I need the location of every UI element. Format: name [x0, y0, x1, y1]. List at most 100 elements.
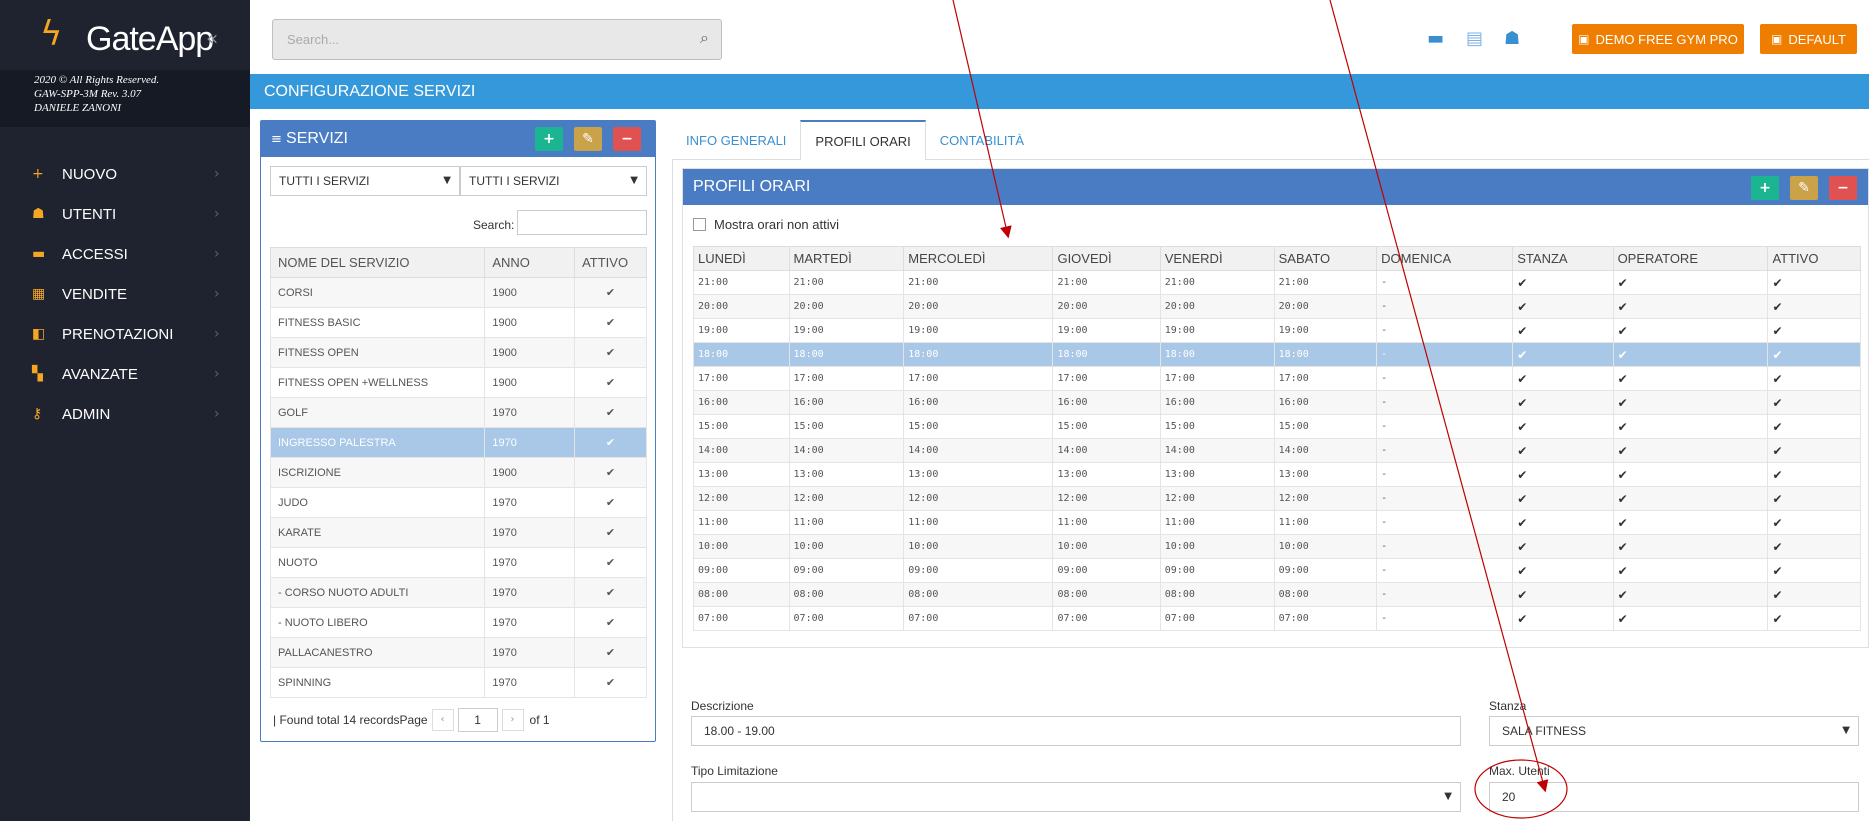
sidebar-item-vendite[interactable]: ▦ VENDITE › — [0, 274, 250, 314]
sidebar-item-accessi[interactable]: ▬ ACCESSI › — [0, 234, 250, 274]
service-year-cell: 1970 — [484, 637, 576, 668]
table-row[interactable]: 19:00 19:00 19:00 19:00 19:00 19:00- ✔ ✔ ✔ — [693, 318, 1861, 343]
check-icon: ✔ — [574, 517, 647, 548]
check-icon: ✔ — [574, 397, 647, 428]
sidebar-item-admin[interactable]: ⚷ ADMIN › — [0, 394, 250, 434]
edit-orario-button[interactable]: ✎ — [1790, 176, 1818, 200]
col-header-1[interactable]: MARTEDÌ — [788, 246, 905, 271]
table-row[interactable]: 15:00 15:00 15:00 15:00 15:00 15:00- ✔ ✔ ✔ — [693, 414, 1861, 439]
sidebar-menu: + NUOVO › ☗ UTENTI › ▬ ACCESSI › ▦ VENDITE › ◧ PRENOT… — [0, 154, 250, 434]
tab-contabilita[interactable]: CONTABILITÀ — [926, 120, 1038, 160]
col-header-anno[interactable]: ANNO — [484, 247, 576, 278]
col-header-8[interactable]: OPERATORE — [1612, 246, 1769, 271]
table-row[interactable]: FITNESS BASIC 1900 ✔ — [269, 307, 647, 338]
table-row[interactable]: 09:00 09:00 09:00 09:00 09:00 09:00- ✔ ✔ ✔ — [693, 558, 1861, 583]
orari-table-header: LUNEDÌ MARTEDÌ MERCOLEDÌ GIOVEDÌ VENERDÌ SABA… — [693, 246, 1861, 271]
service-name-cell: FITNESS OPEN — [269, 337, 486, 368]
check-icon: ✔ — [574, 307, 647, 338]
check-icon: ✔ — [574, 427, 647, 458]
table-row[interactable]: 18:00 18:00 18:00 18:00 18:00 18:00- ✔ ✔ ✔ — [693, 342, 1861, 367]
key-icon: ⚷ — [32, 406, 43, 422]
stanza-select[interactable]: SALA FITNESS ▼ — [1489, 716, 1859, 746]
delete-orario-button[interactable]: − — [1829, 176, 1857, 200]
max-utenti-input[interactable]: 20 — [1489, 782, 1859, 812]
table-row[interactable]: 07:00 07:00 07:00 07:00 07:00 07:00- ✔ ✔ ✔ — [693, 606, 1861, 631]
col-header-7[interactable]: STANZA — [1512, 246, 1614, 271]
sidebar-item-prenotazioni[interactable]: ◧ PRENOTAZIONI › — [0, 314, 250, 354]
stanza-value: SALA FITNESS — [1502, 724, 1587, 738]
tipo-limitazione-select[interactable]: ▼ — [691, 782, 1461, 812]
sunday-cell: - — [1376, 270, 1514, 295]
table-row[interactable]: FITNESS OPEN +WELLNESS 1900 ✔ — [269, 367, 647, 398]
max-utenti-value: 20 — [1502, 790, 1516, 804]
sidebar-item-nuovo[interactable]: + NUOVO › — [0, 154, 250, 194]
table-search-input[interactable] — [517, 210, 647, 235]
table-row[interactable]: 12:00 12:00 12:00 12:00 12:00 12:00- ✔ ✔ ✔ — [693, 486, 1861, 511]
edit-service-button[interactable]: ✎ — [574, 127, 602, 151]
service-filter-select[interactable]: TUTTI I SERVIZI ▼ — [270, 166, 460, 196]
table-row[interactable]: JUDO 1970 ✔ — [269, 487, 647, 518]
col-header-2[interactable]: MERCOLEDÌ — [903, 246, 1054, 271]
add-service-button[interactable]: + — [535, 127, 563, 151]
sidebar-item-utenti[interactable]: ☗ UTENTI › — [0, 194, 250, 234]
time-cell: 15:00 — [788, 414, 905, 439]
add-orario-button[interactable]: + — [1751, 176, 1779, 200]
col-header-attivo-label: ATTIVO — [582, 255, 629, 270]
checkbox-box[interactable] — [693, 218, 706, 231]
page-number-input[interactable]: 1 — [457, 708, 498, 732]
table-row[interactable]: 10:00 10:00 10:00 10:00 10:00 10:00- ✔ ✔ ✔ — [693, 534, 1861, 559]
table-row[interactable]: INGRESSO PALESTRA 1970 ✔ — [269, 427, 647, 458]
service-year-cell: 1970 — [484, 547, 576, 578]
col-header-3[interactable]: GIOVEDÌ — [1052, 246, 1161, 271]
col-header-attivo[interactable]: ATTIVO — [574, 247, 647, 278]
service-name-cell: - NUOTO LIBERO — [269, 607, 486, 638]
table-row[interactable]: PALLACANESTRO 1970 ✔ — [269, 637, 647, 668]
time-cell: 13:00 — [788, 462, 905, 487]
table-row[interactable]: GOLF 1970 ✔ — [269, 397, 647, 428]
table-row[interactable]: 14:00 14:00 14:00 14:00 14:00 14:00- ✔ ✔ ✔ — [693, 438, 1861, 463]
search-input[interactable] — [272, 19, 722, 60]
table-row[interactable]: 08:00 08:00 08:00 08:00 08:00 08:00- ✔ ✔ ✔ — [693, 582, 1861, 607]
descrizione-input[interactable]: 18.00 - 19.00 — [691, 716, 1461, 746]
table-row[interactable]: FITNESS OPEN 1900 ✔ — [269, 337, 647, 368]
table-row[interactable]: NUOTO 1970 ✔ — [269, 547, 647, 578]
services-table-header: NOME DEL SERVIZIO ANNO ATTIVO — [269, 247, 647, 278]
table-row[interactable]: 17:00 17:00 17:00 17:00 17:00 17:00- ✔ ✔ ✔ — [693, 366, 1861, 391]
sidebar-item-avanzate[interactable]: ▚ AVANZATE › — [0, 354, 250, 394]
col-header-nome[interactable]: NOME DEL SERVIZIO — [269, 247, 486, 278]
card-icon[interactable]: ▬ — [1427, 28, 1444, 49]
tab-profili-orari[interactable]: PROFILI ORARI — [800, 120, 926, 160]
service-year-cell: 1900 — [484, 337, 576, 368]
delete-service-button[interactable]: − — [613, 127, 641, 151]
service-type-select[interactable]: TUTTI I SERVIZI ▼ — [460, 166, 647, 196]
table-row[interactable]: 16:00 16:00 16:00 16:00 16:00 16:00- ✔ ✔ ✔ — [693, 390, 1861, 415]
collapse-sidebar-icon[interactable]: « — [206, 26, 218, 50]
col-header-9[interactable]: ATTIVO — [1767, 246, 1861, 271]
table-row[interactable]: CORSI 1900 ✔ — [269, 277, 647, 308]
col-header-6[interactable]: DOMENICA — [1376, 246, 1514, 271]
chevron-right-icon: › — [214, 166, 220, 182]
clipboard-icon[interactable]: ▤ — [1466, 28, 1483, 49]
tab-info-generali[interactable]: INFO GENERALI — [672, 120, 800, 160]
table-row[interactable]: - CORSO NUOTO ADULTI 1970 ✔ — [269, 577, 647, 608]
search-icon[interactable]: ⌕ — [700, 28, 709, 48]
table-row[interactable]: SPINNING 1970 ✔ — [269, 667, 647, 698]
show-inactive-checkbox[interactable]: Mostra orari non attivi — [693, 217, 839, 232]
prev-page-button[interactable]: ‹ — [431, 709, 454, 731]
table-row[interactable]: 11:00 11:00 11:00 11:00 11:00 11:00- ✔ ✔ ✔ — [693, 510, 1861, 535]
table-row[interactable]: - NUOTO LIBERO 1970 ✔ — [269, 607, 647, 638]
table-row[interactable]: 20:00 20:00 20:00 20:00 20:00 20:00- ✔ ✔ ✔ — [693, 294, 1861, 319]
next-page-button[interactable]: › — [501, 709, 524, 731]
col-header-5[interactable]: SABATO — [1273, 246, 1378, 271]
table-row[interactable]: 21:00 21:00 21:00 21:00 21:00 21:00- ✔ ✔ ✔ — [693, 270, 1861, 295]
table-row[interactable]: KARATE 1970 ✔ — [269, 517, 647, 548]
users-icon[interactable]: ☗ — [1504, 28, 1520, 49]
table-row[interactable]: 13:00 13:00 13:00 13:00 13:00 13:00- ✔ ✔ ✔ — [693, 462, 1861, 487]
gym-selector-button[interactable]: ▣ DEMO FREE GYM PRO — [1572, 24, 1744, 54]
sunday-cell: - — [1376, 606, 1514, 631]
default-profile-button[interactable]: ▣ DEFAULT — [1760, 24, 1857, 54]
col-header-4[interactable]: VENERDÌ — [1159, 246, 1275, 271]
sidebar-item-label: ADMIN — [62, 405, 111, 423]
col-header-0[interactable]: LUNEDÌ — [693, 246, 790, 271]
table-row[interactable]: ISCRIZIONE 1900 ✔ — [269, 457, 647, 488]
